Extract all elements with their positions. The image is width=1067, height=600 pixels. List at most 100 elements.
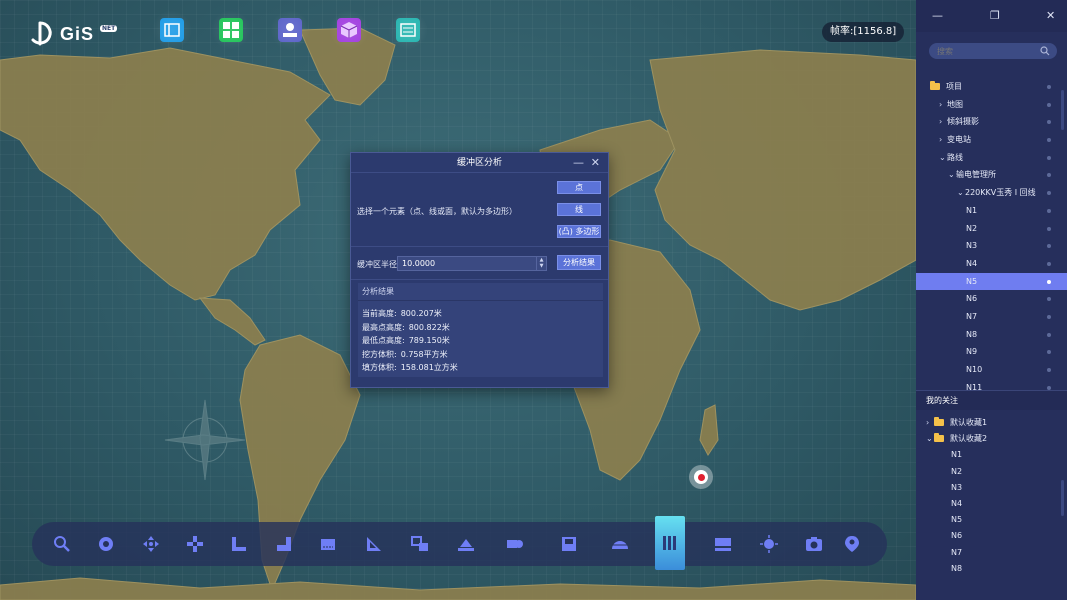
tree-item[interactable]: N8: [916, 561, 1067, 577]
minimize-window-icon[interactable]: —: [932, 9, 943, 22]
tree-item[interactable]: 项目: [916, 78, 1067, 96]
tree-item[interactable]: N8: [916, 326, 1067, 344]
tree-item[interactable]: › 倾斜摄影: [916, 113, 1067, 131]
tree-item[interactable]: N9: [916, 343, 1067, 361]
visibility-dot-icon[interactable]: [1047, 102, 1051, 107]
tree-item[interactable]: › 地图: [916, 96, 1067, 114]
visibility-dot-icon[interactable]: [1047, 191, 1051, 196]
light-icon[interactable]: [759, 534, 779, 554]
chevron-right-icon[interactable]: ›: [926, 415, 934, 431]
buffer-analysis-icon[interactable]: [655, 516, 685, 570]
favorites-scrollbar[interactable]: [1061, 480, 1064, 516]
measure-area-icon[interactable]: [274, 534, 294, 554]
visibility-dot-icon[interactable]: [1047, 226, 1051, 231]
measure-distance-icon[interactable]: [318, 534, 338, 554]
pan-tool-icon[interactable]: [141, 534, 161, 554]
chevron-right-icon[interactable]: ›: [939, 113, 947, 131]
cube-3d-icon[interactable]: [329, 10, 369, 50]
line-button[interactable]: 线: [557, 203, 601, 216]
chevron-down-icon[interactable]: ⌄: [926, 431, 934, 447]
tree-item[interactable]: ⌄220KKV玉秀 I 回线: [916, 184, 1067, 202]
screenshot-icon[interactable]: [804, 534, 824, 554]
tree-item-label: N7: [951, 547, 963, 557]
tree-item[interactable]: N5: [916, 272, 1067, 291]
visibility-dot-icon[interactable]: [1047, 261, 1051, 266]
visibility-dot-icon[interactable]: [1047, 138, 1051, 143]
visibility-dot-icon[interactable]: [1047, 314, 1051, 319]
search-icon[interactable]: [1040, 46, 1050, 56]
tree-item-label: N6: [966, 294, 978, 304]
crosshair-tool-icon[interactable]: [185, 534, 205, 554]
chevron-right-icon[interactable]: ›: [939, 131, 947, 149]
result-key: 最高点高度:: [362, 322, 405, 332]
tree-item[interactable]: ⌄ 默认收藏2: [916, 431, 1067, 447]
search-tool-icon[interactable]: [52, 534, 72, 554]
triangle-measure-icon[interactable]: [364, 534, 384, 554]
dialog-title-bar[interactable]: 缓冲区分析 — ✕: [351, 153, 608, 173]
tree-item[interactable]: N7: [916, 545, 1067, 561]
document-panel-icon[interactable]: [388, 10, 428, 50]
save-view-icon[interactable]: [559, 534, 579, 554]
chevron-down-icon[interactable]: ⌄: [948, 166, 956, 184]
visibility-dot-icon[interactable]: [1047, 244, 1051, 249]
tree-item-label: 倾斜摄影: [947, 117, 979, 127]
tree-item[interactable]: N5: [916, 512, 1067, 528]
profile-analysis-icon[interactable]: [713, 534, 733, 554]
tree-item[interactable]: › 变电站: [916, 131, 1067, 149]
tree-item[interactable]: N4: [916, 255, 1067, 273]
overlay-analysis-icon[interactable]: [410, 534, 430, 554]
tree-item[interactable]: ⌄输电管理所: [916, 166, 1067, 184]
tree-item[interactable]: N6: [916, 528, 1067, 544]
tree-item[interactable]: N1: [916, 447, 1067, 463]
visibility-dot-icon[interactable]: [1047, 332, 1051, 337]
chevron-down-icon[interactable]: ⌄: [939, 149, 947, 167]
tree-item[interactable]: N3: [916, 480, 1067, 496]
tree-item[interactable]: N4: [916, 496, 1067, 512]
search-input[interactable]: [929, 43, 1057, 59]
dome-analysis-icon[interactable]: [610, 534, 630, 554]
app-logo: GiS NET: [26, 20, 118, 48]
grid-apps-icon[interactable]: [211, 10, 251, 50]
analyze-button[interactable]: 分析结果: [557, 255, 601, 270]
minimize-icon[interactable]: —: [573, 153, 584, 173]
tree-item[interactable]: N2: [916, 220, 1067, 238]
visibility-dot-icon[interactable]: [1047, 173, 1051, 178]
tree-item[interactable]: › 默认收藏1: [916, 415, 1067, 431]
restore-window-icon[interactable]: ❐: [990, 9, 1000, 22]
close-icon[interactable]: ✕: [591, 153, 600, 173]
chevron-right-icon[interactable]: ›: [939, 96, 947, 114]
tree-item-label: 项目: [946, 82, 962, 91]
location-pin-icon[interactable]: [842, 534, 862, 554]
point-button[interactable]: 点: [557, 181, 601, 194]
close-window-icon[interactable]: ✕: [1046, 9, 1055, 22]
visibility-dot-icon[interactable]: [1047, 279, 1051, 284]
visibility-dot-icon[interactable]: [1047, 208, 1051, 213]
tree-scrollbar[interactable]: [1061, 90, 1064, 130]
radius-spinner[interactable]: ▲ ▼: [536, 257, 546, 270]
visibility-dot-icon[interactable]: [1047, 368, 1051, 372]
tree-item[interactable]: N6: [916, 290, 1067, 308]
visibility-dot-icon[interactable]: [1047, 85, 1051, 89]
visibility-dot-icon[interactable]: [1047, 297, 1051, 302]
layer-panel-icon[interactable]: [152, 10, 192, 50]
map-marker-layer-icon[interactable]: [270, 10, 310, 50]
tree-item[interactable]: ⌄路线: [916, 149, 1067, 167]
polygon-button[interactable]: (凸) 多边形: [557, 225, 601, 238]
visibility-dot-icon[interactable]: [1047, 120, 1051, 125]
visibility-dot-icon[interactable]: [1047, 350, 1051, 355]
visibility-dot-icon[interactable]: [1047, 155, 1051, 160]
measure-height-icon[interactable]: [229, 534, 249, 554]
tree-item[interactable]: N3: [916, 237, 1067, 255]
radius-input[interactable]: 10.0000 ▲ ▼: [397, 256, 547, 271]
tree-item-label: 默认收藏2: [950, 434, 988, 444]
map-marker-icon[interactable]: [689, 465, 713, 489]
flood-analysis-icon[interactable]: [505, 534, 525, 554]
spin-down-icon[interactable]: ▼: [537, 263, 546, 269]
rotate-tool-icon[interactable]: [96, 534, 116, 554]
tree-item[interactable]: N2: [916, 464, 1067, 480]
tree-item[interactable]: N10: [916, 361, 1067, 379]
shelter-analysis-icon[interactable]: [456, 534, 476, 554]
tree-item[interactable]: N7: [916, 308, 1067, 326]
chevron-down-icon[interactable]: ⌄: [957, 184, 965, 202]
tree-item[interactable]: N1: [916, 202, 1067, 220]
